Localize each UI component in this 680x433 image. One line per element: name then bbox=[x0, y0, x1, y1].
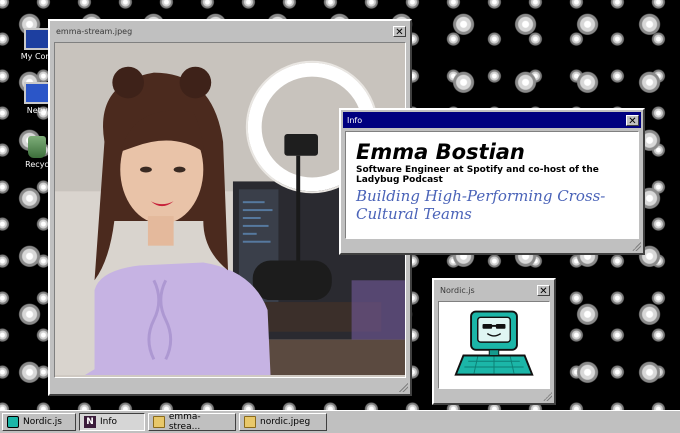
resize-grip[interactable] bbox=[542, 391, 552, 401]
close-icon: ✕ bbox=[395, 26, 404, 38]
taskbar-item-label: Info bbox=[100, 417, 118, 427]
computer-icon bbox=[24, 28, 50, 50]
photo-window-titlebar[interactable]: emma-stream.jpeg ✕ bbox=[52, 23, 408, 39]
network-icon bbox=[24, 82, 50, 104]
taskbar-item-label: emma-strea... bbox=[168, 412, 201, 432]
close-button[interactable]: ✕ bbox=[393, 25, 406, 38]
retro-computer-icon bbox=[454, 310, 534, 376]
desktop-icon-label: Recyc bbox=[25, 160, 49, 169]
taskbar-item-info[interactable]: N Info bbox=[79, 413, 145, 431]
folder-icon bbox=[153, 416, 165, 428]
folder-icon bbox=[244, 416, 256, 428]
info-window[interactable]: Info ✕ Emma Bostian Software Engineer at… bbox=[339, 108, 645, 255]
taskbar-item-nordic-jpeg[interactable]: nordic.jpeg bbox=[239, 413, 327, 431]
window-title: emma-stream.jpeg bbox=[56, 26, 133, 36]
taskbar-item-nordic-js[interactable]: Nordic.js bbox=[2, 413, 76, 431]
info-content: Emma Bostian Software Engineer at Spotif… bbox=[345, 131, 639, 239]
window-title: Nordic.js bbox=[440, 285, 475, 295]
taskbar-item-emma-stream[interactable]: emma-strea... bbox=[148, 412, 236, 432]
nordic-icon bbox=[7, 416, 19, 428]
talk-title: Building High-Performing Cross-Cultural … bbox=[356, 187, 606, 223]
taskbar-item-label: Nordic.js bbox=[23, 417, 62, 427]
resize-grip[interactable] bbox=[398, 382, 408, 392]
resize-grip[interactable] bbox=[631, 241, 641, 251]
close-button[interactable]: ✕ bbox=[626, 114, 639, 127]
recycle-bin-icon bbox=[28, 136, 46, 158]
window-title: Info bbox=[347, 115, 363, 125]
nordic-image bbox=[438, 301, 550, 389]
taskbar-item-label: nordic.jpeg bbox=[260, 417, 311, 427]
nordic-window[interactable]: Nordic.js ✕ bbox=[432, 278, 556, 405]
close-icon: ✕ bbox=[539, 285, 548, 297]
nordic-window-titlebar[interactable]: Nordic.js ✕ bbox=[436, 282, 552, 298]
info-icon: N bbox=[84, 416, 96, 428]
close-icon: ✕ bbox=[628, 115, 637, 127]
info-window-titlebar[interactable]: Info ✕ bbox=[343, 112, 641, 128]
close-button[interactable]: ✕ bbox=[537, 284, 550, 297]
desktop-icon-label: Netw bbox=[26, 106, 48, 115]
speaker-role: Software Engineer at Spotify and co-host… bbox=[356, 165, 599, 185]
taskbar: Nordic.js N Info emma-strea... nordic.jp… bbox=[0, 410, 680, 433]
speaker-name: Emma Bostian bbox=[356, 140, 525, 164]
